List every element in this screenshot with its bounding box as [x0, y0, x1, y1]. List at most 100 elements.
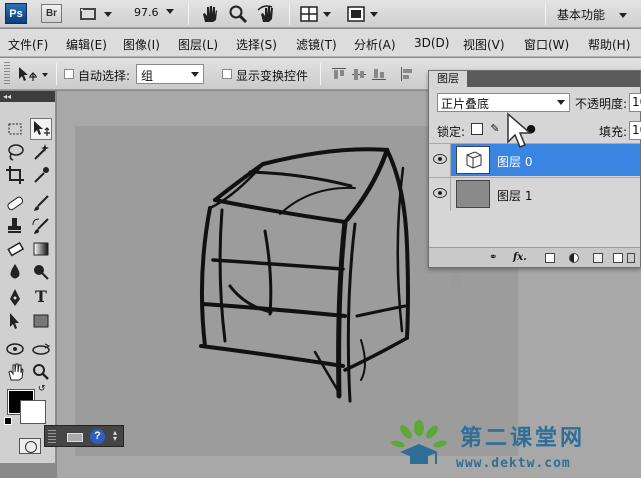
magnifier-icon [229, 5, 248, 24]
menu-bar: 文件(F) 编辑(E) 图像(I) 图层(L) 选择(S) 滤镜(T) 分析(A… [0, 29, 641, 57]
status-menu-icon[interactable]: ▴ ▾ [113, 429, 117, 443]
move-arrow-icon [34, 121, 50, 136]
pen-tool[interactable] [4, 287, 26, 309]
tab-layers[interactable]: 图层 [429, 71, 467, 87]
healing-brush-tool[interactable] [4, 192, 26, 214]
add-mask-icon[interactable] [545, 253, 555, 263]
opacity-field[interactable]: 100% [629, 93, 641, 112]
history-brush-tool[interactable] [30, 215, 52, 237]
type-tool[interactable]: T [30, 287, 52, 309]
new-group-icon[interactable] [593, 253, 603, 263]
fill-field[interactable]: 100% [629, 121, 641, 140]
visibility-toggle[interactable] [429, 144, 451, 177]
align-vcenter-icon[interactable] [352, 67, 366, 81]
hand-tool[interactable] [4, 361, 26, 383]
layer-row-1[interactable]: 图层 1 [429, 177, 640, 211]
dodge-tool[interactable] [30, 261, 52, 283]
menu-filter[interactable]: 滤镜(T) [296, 36, 337, 53]
mouse-cursor-icon [507, 112, 533, 148]
new-layer-icon[interactable] [613, 253, 623, 263]
menu-select[interactable]: 选择(S) [236, 36, 277, 53]
crop-tool[interactable] [4, 164, 26, 186]
menu-layer[interactable]: 图层(L) [178, 36, 218, 53]
pen-nib-icon [10, 289, 20, 306]
rotate-view-button[interactable] [256, 4, 278, 24]
menu-analysis[interactable]: 分析(A) [354, 36, 396, 53]
background-color-swatch[interactable] [20, 400, 46, 424]
divider [56, 63, 57, 85]
align-bottom-icon[interactable] [372, 67, 386, 81]
options-grip[interactable] [4, 62, 10, 86]
tools-collapse-bar[interactable]: ◂◂ [0, 91, 55, 102]
swap-colors-icon[interactable]: ↺ [38, 384, 46, 394]
lasso-tool[interactable] [4, 141, 26, 163]
eraser-tool[interactable] [4, 238, 26, 260]
shape-tool[interactable] [30, 310, 52, 332]
brush-icon [34, 195, 49, 211]
quick-mask-button[interactable] [19, 438, 41, 454]
clone-stamp-tool[interactable] [4, 215, 26, 237]
eyedropper-tool[interactable] [30, 164, 52, 186]
move-tool[interactable] [30, 118, 52, 140]
zoom-level[interactable]: 97.6 [134, 6, 159, 19]
help-icon[interactable]: ? [90, 429, 105, 444]
3d-rotate-icon [6, 343, 24, 355]
blur-tool[interactable] [4, 261, 26, 283]
visibility-toggle[interactable] [429, 178, 451, 211]
link-layers-icon[interactable]: ⚭ [489, 253, 499, 263]
show-transform-label: 显示变换控件 [236, 69, 309, 83]
auto-select-checkbox[interactable] [64, 69, 74, 79]
auto-select-target-dropdown[interactable]: 组 [136, 64, 204, 84]
menu-view[interactable]: 视图(V) [463, 36, 505, 53]
menu-help[interactable]: 帮助(H) [588, 36, 630, 53]
menu-image[interactable]: 图像(I) [123, 36, 160, 53]
gradient-tool[interactable] [30, 238, 52, 260]
bridge-button[interactable]: Br [41, 4, 62, 23]
watermark: 第二课堂网 www.dektw.com [388, 418, 638, 476]
menu-window[interactable]: 窗口(W) [524, 36, 569, 53]
keyboard-icon[interactable] [67, 433, 83, 442]
arrange-documents-button[interactable] [299, 4, 335, 24]
canvas-artifact [450, 275, 462, 287]
zoom-dropdown[interactable] [166, 4, 174, 24]
brush-tool[interactable] [30, 192, 52, 214]
application-bar: Ps Br 97.6 基本功能 [0, 0, 641, 28]
status-grip[interactable] [48, 430, 56, 444]
opacity-label: 不透明度: [575, 97, 628, 111]
screen-mode-icon [347, 6, 378, 22]
align-left-icon[interactable] [400, 67, 414, 81]
divider [188, 3, 189, 25]
chevron-down-icon [191, 72, 199, 77]
divider [289, 3, 290, 25]
zoom-tool-button[interactable] [228, 4, 248, 24]
quick-select-tool[interactable] [30, 141, 52, 163]
chevron-down-icon [619, 13, 627, 18]
path-selection-tool[interactable] [4, 310, 26, 332]
lock-pixels-icon[interactable]: ✎ [489, 123, 501, 135]
view-extras-button[interactable] [78, 4, 118, 24]
menu-3d[interactable]: 3D(D) [414, 36, 449, 50]
menu-edit[interactable]: 编辑(E) [66, 36, 107, 53]
zoom-tool[interactable] [30, 361, 52, 383]
show-transform-checkbox[interactable] [222, 69, 232, 79]
lock-transparency-icon[interactable] [471, 123, 483, 135]
dodge-icon [34, 265, 49, 280]
layer-name: 图层 0 [497, 155, 533, 169]
hand-tool-button[interactable] [199, 4, 219, 24]
tool-preset-picker[interactable] [16, 64, 50, 84]
blend-mode-dropdown[interactable]: 正片叠底 [437, 93, 570, 112]
menu-file[interactable]: 文件(F) [8, 36, 48, 53]
align-top-icon[interactable] [332, 67, 346, 81]
watermark-logo [391, 420, 447, 464]
adjustment-layer-icon[interactable] [569, 253, 579, 263]
trash-icon[interactable] [627, 253, 635, 263]
layer-row-0[interactable]: 图层 0 [429, 143, 640, 177]
workspace-switcher[interactable]: 基本功能 [557, 6, 605, 23]
default-colors-icon[interactable] [4, 417, 12, 425]
marquee-tool[interactable] [4, 118, 26, 140]
3d-orbit-tool[interactable] [30, 338, 52, 360]
screen-mode-button[interactable] [346, 4, 382, 24]
fx-icon[interactable]: fx. [513, 253, 527, 263]
3d-rotate-tool[interactable] [4, 338, 26, 360]
workspace-dropdown[interactable] [619, 8, 627, 28]
